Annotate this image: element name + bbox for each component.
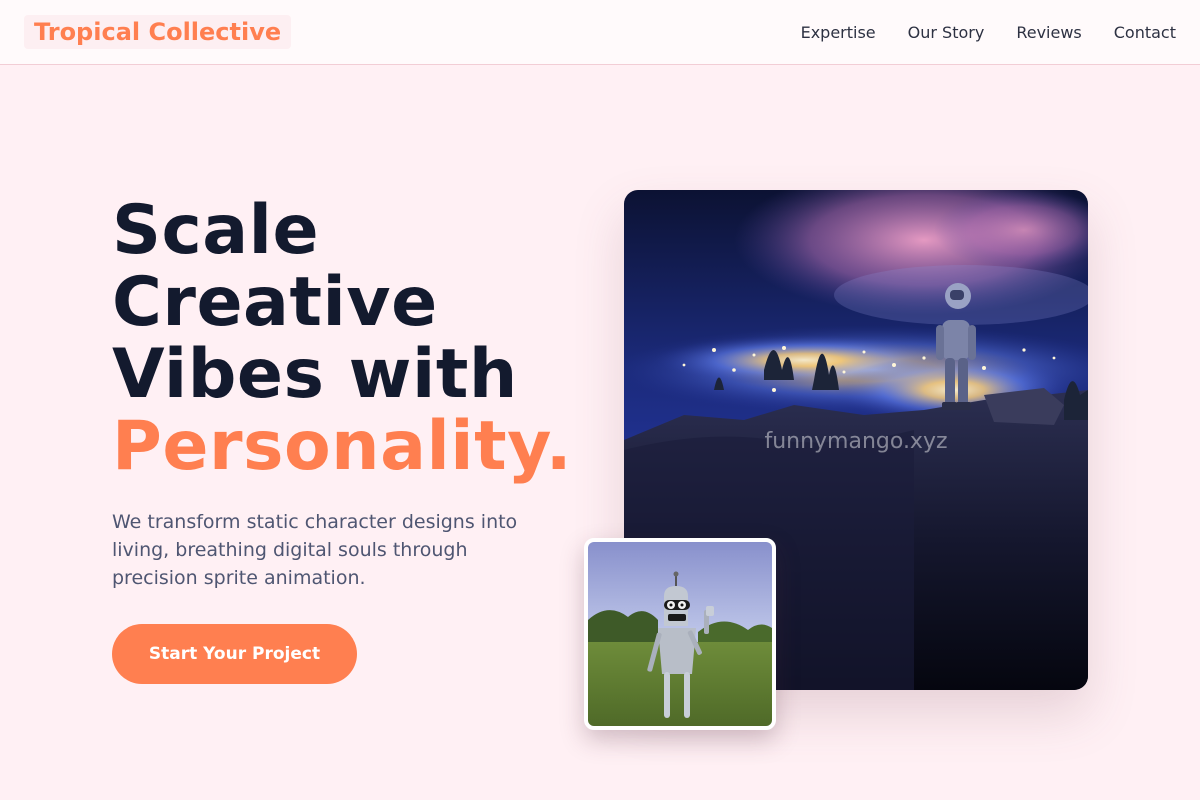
hero-title-line-1: Scale (112, 191, 320, 270)
hero-thumbnail-image (584, 538, 776, 730)
hero-subtitle: We transform static character designs in… (112, 511, 518, 589)
nav-link-expertise[interactable]: Expertise (801, 23, 876, 42)
robot-field-illustration (588, 542, 772, 726)
nav-link-reviews[interactable]: Reviews (1016, 23, 1081, 42)
hero-title: Scale Creative Vibes with Personality. (112, 195, 612, 483)
image-watermark: funnymango.xyz (764, 429, 947, 454)
nav-links: Expertise Our Story Reviews Contact (801, 0, 1176, 64)
start-project-button[interactable]: Start Your Project (112, 624, 357, 684)
hero-title-line-3: Vibes with (112, 335, 518, 414)
brand-logo[interactable]: Tropical Collective (24, 15, 292, 49)
top-navbar: Tropical Collective Expertise Our Story … (0, 0, 1200, 65)
hero-title-line-2: Creative (112, 263, 438, 342)
nav-link-contact[interactable]: Contact (1114, 23, 1176, 42)
nav-link-our-story[interactable]: Our Story (908, 23, 985, 42)
hero-title-accent: Personality. (112, 407, 573, 486)
